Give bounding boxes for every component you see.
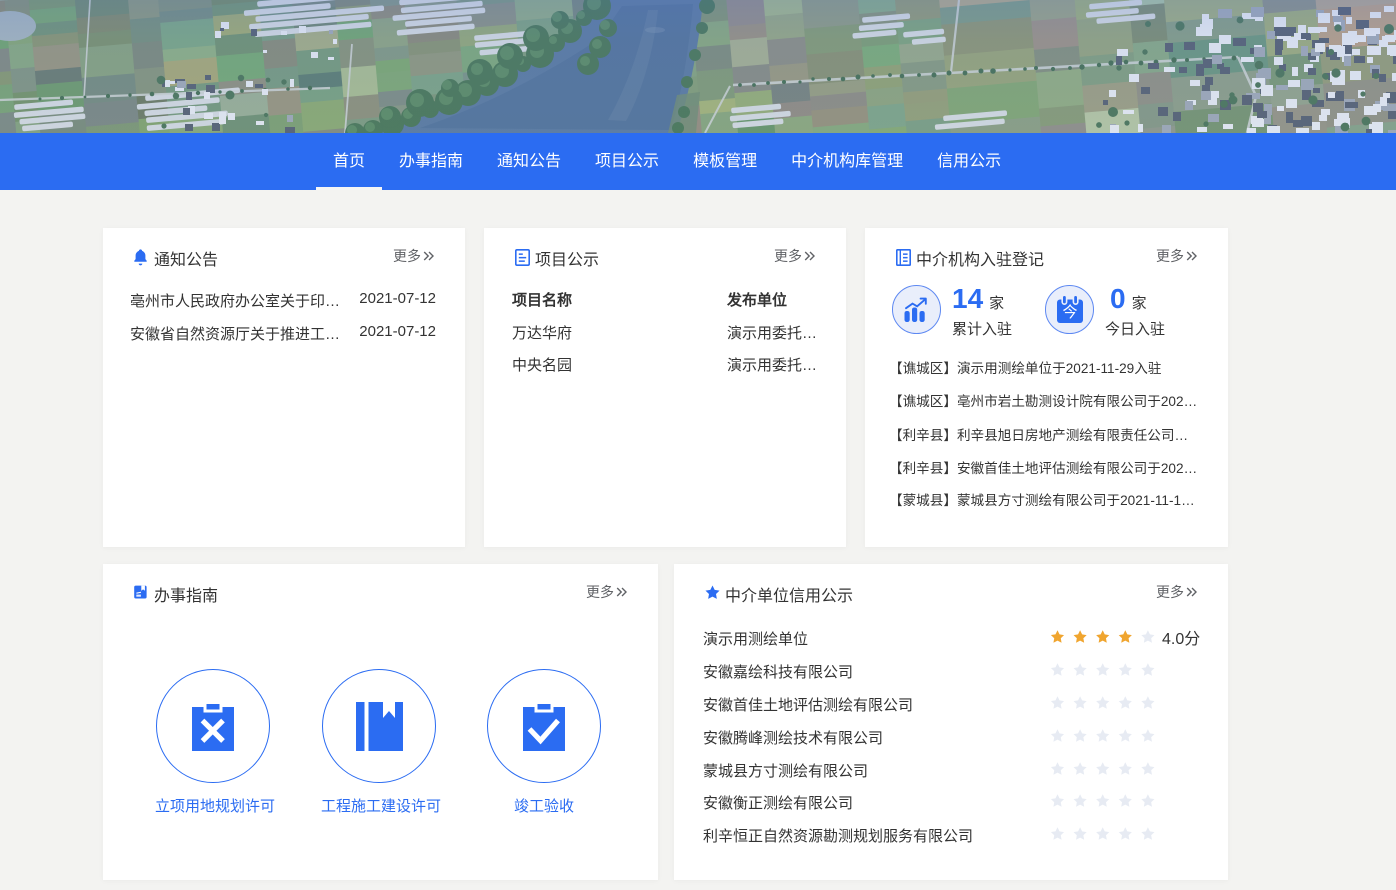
svg-text:今: 今 xyxy=(1062,304,1077,321)
